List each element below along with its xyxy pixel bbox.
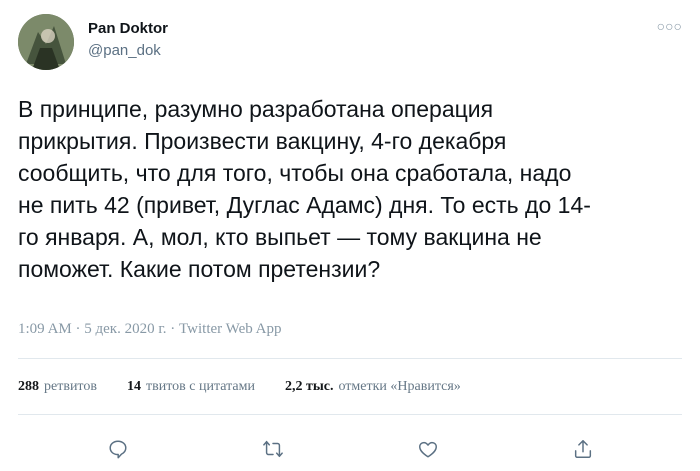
likes-count: 2,2 тыс. (284, 379, 334, 394)
divider-top (18, 358, 682, 359)
tweet-text: В принципе, разумно разработана операция… (18, 96, 591, 282)
retweets-label: ретвитов (44, 379, 97, 394)
reply-icon (108, 440, 127, 459)
quotes-stat[interactable]: 14 твитов с цитатами (127, 379, 255, 395)
quotes-label: твитов с цитатами (145, 379, 255, 394)
tweet-actions (0, 432, 700, 466)
author-name[interactable]: Pan Doktor (88, 20, 168, 37)
like-icon (418, 441, 437, 458)
more-icon[interactable]: ○○○ (657, 18, 682, 34)
retweets-count: 288 (18, 379, 39, 394)
author-handle[interactable]: @pan_dok (88, 42, 161, 59)
reply-button[interactable] (101, 432, 135, 466)
divider-bottom (18, 414, 682, 415)
like-button[interactable] (411, 432, 445, 466)
retweet-icon (262, 440, 283, 458)
likes-stat[interactable]: 2,2 тыс. отметки «Нравится» (285, 379, 461, 395)
likes-label: отметки «Нравится» (338, 379, 461, 394)
retweet-button[interactable] (256, 432, 290, 466)
share-button[interactable] (566, 432, 600, 466)
tweet-meta[interactable]: 1:09 AM · 5 дек. 2020 г. · Twitter Web A… (18, 321, 282, 338)
avatar[interactable] (18, 14, 74, 70)
avatar-image (18, 14, 74, 70)
share-icon (574, 440, 591, 458)
retweets-stat[interactable]: 288 ретвитов (18, 379, 97, 395)
tweet-stats: 288 ретвитов 14 твитов с цитатами 2,2 тыс.… (18, 379, 461, 395)
quotes-count: 14 (126, 379, 141, 394)
